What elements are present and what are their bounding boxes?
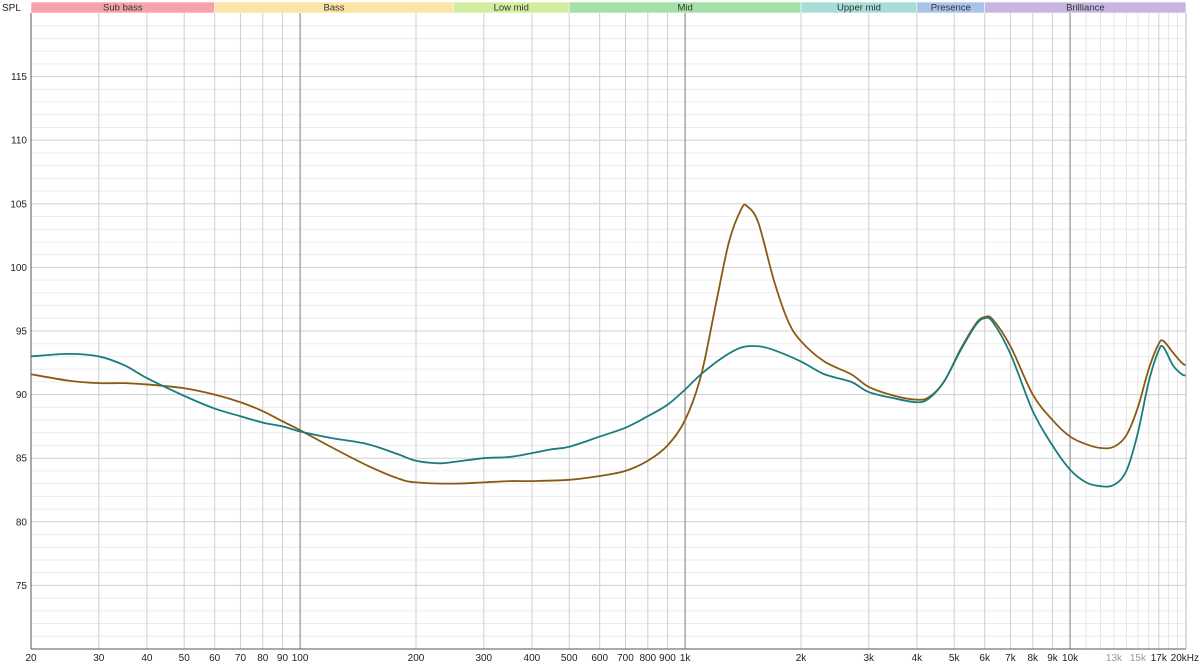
- x-tick-label: 8k: [1028, 653, 1040, 664]
- y-tick-label: 75: [16, 581, 28, 592]
- x-tick-label: 1k: [680, 653, 692, 664]
- x-tick-label: 100: [292, 653, 309, 664]
- x-tick-label: 7k: [1005, 653, 1017, 664]
- series-line-1: [30, 316, 1187, 488]
- y-axis-label: SPL: [2, 3, 21, 14]
- y-tick-label: 95: [16, 327, 28, 338]
- x-tick-label: 5k: [949, 653, 961, 664]
- band-label: Mid: [677, 3, 692, 14]
- x-tick-label: 90: [277, 653, 289, 664]
- y-tick-label: 115: [11, 72, 27, 83]
- x-tick-label: 15k: [1130, 653, 1147, 664]
- band-label: Low mid: [494, 3, 529, 14]
- x-tick-label: 500: [561, 653, 578, 664]
- x-tick-label: 9k: [1047, 653, 1059, 664]
- band-label: Bass: [323, 3, 344, 14]
- x-tick-label: 20kHz: [1171, 653, 1199, 664]
- band-label: Brilliance: [1066, 3, 1105, 14]
- x-tick-label: 700: [617, 653, 634, 664]
- y-tick-labels: 75 80 85 90 95 100 105 110 115: [10, 72, 27, 592]
- y-tick-label: 85: [16, 454, 28, 465]
- x-tick-label: 40: [141, 653, 153, 664]
- x-tick-label: 10k: [1062, 653, 1079, 664]
- x-tick-label: 600: [591, 653, 608, 664]
- x-tick-label: 17k: [1151, 653, 1168, 664]
- major-gridlines: [31, 13, 1186, 649]
- x-tick-label: 13k: [1106, 653, 1123, 664]
- x-tick-label: 30: [93, 653, 105, 664]
- y-tick-label: 100: [10, 263, 27, 274]
- x-tick-label: 300: [475, 653, 492, 664]
- band-label: Sub bass: [103, 3, 143, 14]
- y-tick-label: 90: [16, 390, 28, 401]
- x-tick-label: 6k: [979, 653, 991, 664]
- y-tick-label: 110: [11, 136, 27, 147]
- band-label: Upper mid: [837, 3, 881, 14]
- x-tick-label: 50: [179, 653, 191, 664]
- x-tick-label: 200: [408, 653, 425, 664]
- x-tick-label: 60: [209, 653, 221, 664]
- x-tick-label: 2k: [796, 653, 808, 664]
- y-tick-label: 105: [10, 199, 27, 210]
- y-tick-label: 80: [16, 517, 28, 528]
- series-lines: [30, 203, 1187, 488]
- x-tick-label: 3k: [864, 653, 876, 664]
- frequency-response-chart: Sub bass Bass Low mid Mid Upper mid Presence B…: [2, 1, 1199, 664]
- x-tick-label: 80: [257, 653, 269, 664]
- x-tick-label: 400: [524, 653, 541, 664]
- x-tick-label: 900: [659, 653, 676, 664]
- x-tick-labels: 20 30 40 50 60 70 80 90 100 200 300 400 500 600 700 800…: [25, 653, 1199, 664]
- x-tick-label: 20: [25, 653, 37, 664]
- x-tick-label: 800: [639, 653, 656, 664]
- x-tick-label: 70: [235, 653, 247, 664]
- band-label: Presence: [931, 3, 971, 14]
- x-tick-label: 4k: [912, 653, 924, 664]
- frequency-bands: Sub bass Bass Low mid Mid Upper mid Presence B…: [30, 1, 1187, 14]
